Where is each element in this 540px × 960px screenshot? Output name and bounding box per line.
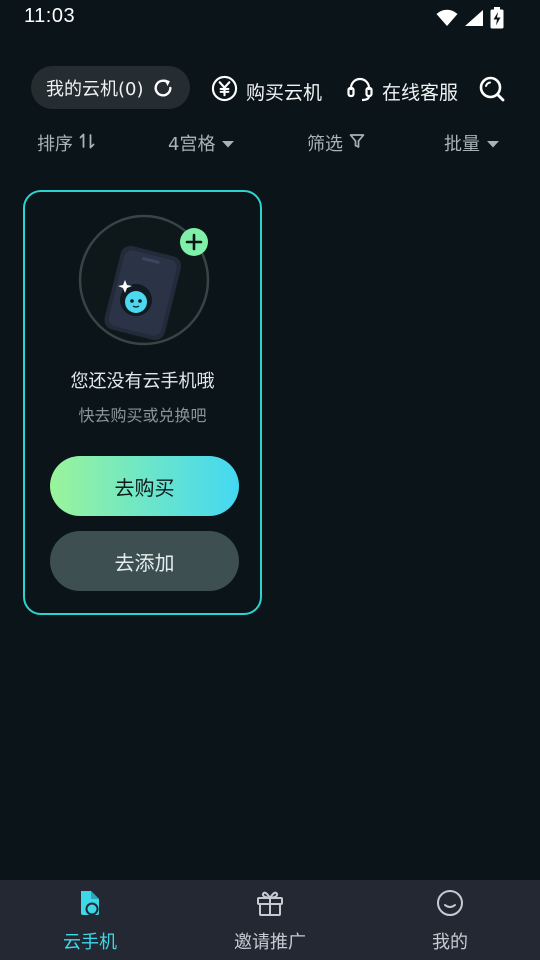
bottom-nav: 云手机 邀请推广 我的 xyxy=(0,880,540,960)
nav-item-cloud-phone[interactable]: 云手机 xyxy=(15,888,165,954)
search-icon[interactable] xyxy=(478,75,506,107)
buy-cloud-button[interactable]: 购买云机 xyxy=(211,75,322,107)
funnel-icon xyxy=(343,133,365,154)
nav-item-invite[interactable]: 邀请推广 xyxy=(195,888,345,954)
profile-icon xyxy=(435,888,465,922)
online-support-button[interactable]: 在线客服 xyxy=(346,75,458,108)
sort-button[interactable]: 排序 xyxy=(37,130,95,156)
yuan-icon xyxy=(211,75,246,107)
status-time: 11:03 xyxy=(24,5,76,27)
wifi-icon xyxy=(436,9,458,31)
batch-dropdown[interactable]: 批量 xyxy=(444,130,500,156)
online-support-label: 在线客服 xyxy=(382,82,459,104)
top-bar: 我的云机(0) 购买云机 在线客服 xyxy=(0,66,540,110)
buy-cloud-label: 购买云机 xyxy=(246,81,323,104)
filter-label: 筛选 xyxy=(307,134,343,155)
my-cloud-label: 我的云机(0) xyxy=(46,78,144,100)
gift-icon xyxy=(255,888,285,922)
empty-phone-illustration xyxy=(78,214,210,346)
sort-label: 排序 xyxy=(37,134,73,155)
sort-arrows-icon xyxy=(73,133,95,154)
cloud-phone-icon xyxy=(75,888,105,922)
go-buy-button[interactable]: 去购买 xyxy=(50,456,239,516)
caret-down-icon xyxy=(215,133,235,154)
grid-layout-dropdown[interactable]: 4宫格 xyxy=(168,130,235,156)
my-cloud-button[interactable]: 我的云机(0) xyxy=(31,66,190,109)
refresh-icon[interactable] xyxy=(152,77,174,104)
batch-label: 批量 xyxy=(444,134,480,155)
empty-state-title: 您还没有云手机哦 xyxy=(70,371,215,392)
nav-label-invite: 邀请推广 xyxy=(234,932,306,953)
filter-bar: 排序 4宫格 筛选 批量 xyxy=(0,126,540,158)
battery-charging-icon xyxy=(490,7,504,33)
empty-state-subtitle: 快去购买或兑换吧 xyxy=(78,406,207,425)
nav-label-cloud-phone: 云手机 xyxy=(63,932,117,953)
nav-item-mine[interactable]: 我的 xyxy=(375,888,525,954)
caret-down-icon xyxy=(480,133,500,154)
headset-icon xyxy=(346,75,382,108)
filter-button[interactable]: 筛选 xyxy=(307,130,365,156)
grid-layout-label: 4宫格 xyxy=(168,134,216,155)
empty-state-card: 您还没有云手机哦 快去购买或兑换吧 去购买 去添加 xyxy=(23,190,262,615)
nav-label-mine: 我的 xyxy=(432,932,468,953)
signal-icon xyxy=(464,9,484,31)
go-add-button[interactable]: 去添加 xyxy=(50,531,239,591)
status-icons xyxy=(436,7,504,33)
status-bar: 11:03 xyxy=(0,0,540,34)
